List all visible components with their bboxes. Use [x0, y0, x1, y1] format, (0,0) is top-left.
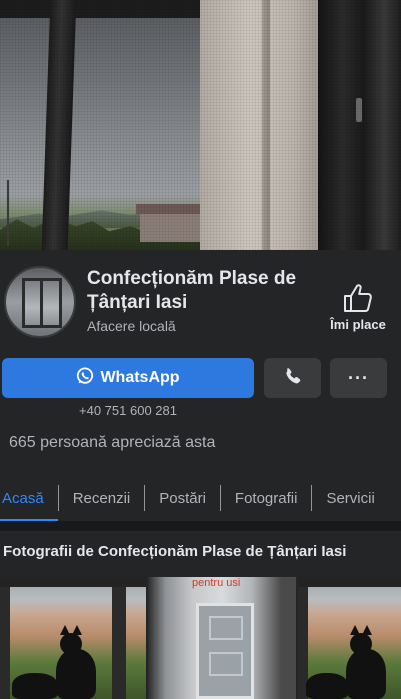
cover-mesh-overlay — [0, 0, 401, 250]
door-panel — [209, 616, 243, 640]
photos-section-title: Fotografii de Confecționăm Plase de Țânț… — [3, 543, 347, 560]
door-panel — [209, 652, 243, 676]
cat-silhouette — [12, 673, 58, 699]
thumbs-up-icon — [326, 283, 390, 313]
cat-ear — [350, 625, 360, 635]
cat-head — [350, 633, 372, 655]
section-divider — [0, 521, 401, 531]
phone-number[interactable]: +40 751 600 281 — [0, 403, 256, 418]
cat-silhouette — [306, 673, 348, 699]
more-dots-icon: ··· — [348, 367, 369, 388]
photo-caption: pentru usi — [192, 577, 241, 589]
avatar[interactable] — [4, 266, 76, 338]
cat-silhouette — [56, 649, 96, 699]
page-title: Confecționăm Plase de Țânțari Iasi — [87, 268, 297, 313]
cat-head — [60, 633, 82, 655]
photo-thumbnail[interactable] — [298, 577, 401, 699]
page-category: Afacere locală — [87, 318, 176, 334]
whatsapp-label: WhatsApp — [100, 369, 180, 386]
page-tabs: Acasă Recenzii Postări Fotografii Servic… — [0, 476, 401, 522]
whatsapp-icon — [76, 367, 94, 390]
tab-reviews[interactable]: Recenzii — [59, 476, 145, 520]
photo-window-frame — [112, 577, 126, 699]
tab-home[interactable]: Acasă — [0, 476, 58, 522]
cat-silhouette — [346, 649, 386, 699]
tab-posts[interactable]: Postări — [145, 476, 220, 520]
call-button[interactable] — [264, 358, 321, 398]
like-button[interactable]: Îmi place — [326, 283, 390, 332]
avatar-window-bar — [40, 278, 43, 328]
cat-ear — [60, 625, 70, 635]
whatsapp-button[interactable]: WhatsApp — [2, 358, 254, 398]
photo-thumbnail[interactable] — [0, 577, 146, 699]
photo-window-frame — [0, 577, 146, 587]
photo-thumbnail[interactable]: pentru usi — [148, 577, 296, 699]
cat-ear — [362, 625, 372, 635]
photo-window-frame — [298, 577, 401, 587]
phone-icon — [284, 367, 302, 390]
tab-services[interactable]: Servicii — [312, 476, 388, 520]
cover-photo[interactable] — [0, 0, 401, 250]
more-options-button[interactable]: ··· — [330, 358, 387, 398]
likes-count[interactable]: 665 persoană apreciază asta — [9, 434, 215, 452]
like-label: Îmi place — [330, 317, 386, 332]
photo-door — [196, 603, 254, 699]
tab-photos[interactable]: Fotografii — [221, 476, 312, 520]
cat-ear — [72, 625, 82, 635]
photo-window-frame — [0, 577, 10, 699]
